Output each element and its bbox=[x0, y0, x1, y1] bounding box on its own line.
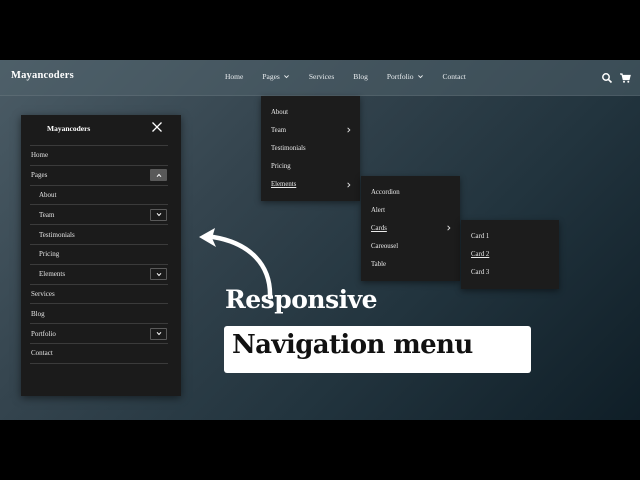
dropdown-item-label: Elements bbox=[271, 181, 297, 189]
dropdown-item-testimonials[interactable]: Testimonials bbox=[261, 139, 360, 157]
chevron-right-icon bbox=[347, 127, 351, 133]
brand-logo[interactable]: Mayancoders bbox=[11, 70, 74, 81]
mobile-item-label: Blog bbox=[31, 309, 45, 318]
dropdown-item-label: Cards bbox=[371, 224, 387, 232]
mobile-item-label: Team bbox=[39, 210, 55, 219]
chevron-up-icon bbox=[156, 173, 161, 177]
mobile-item-testimonials[interactable]: Testimonials bbox=[30, 225, 168, 245]
dropdown-item-label: Accordion bbox=[371, 188, 400, 196]
dropdown-item-pricing[interactable]: Pricing bbox=[261, 158, 360, 176]
mobile-item-label: About bbox=[39, 190, 57, 199]
chevron-down-icon bbox=[156, 332, 161, 336]
search-icon[interactable] bbox=[601, 71, 613, 84]
dropdown-item-card-2[interactable]: Card 2 bbox=[461, 245, 559, 263]
mobile-menu-list: Home Pages About Team Testimonials Prici… bbox=[30, 145, 168, 364]
chevron-down-icon bbox=[417, 75, 423, 79]
dropdown-item-label: Careousel bbox=[371, 243, 399, 251]
nav-link-blog[interactable]: Blog bbox=[353, 72, 368, 81]
nav-link-contact[interactable]: Contact bbox=[443, 72, 466, 81]
dropdown-item-table[interactable]: Table bbox=[361, 256, 460, 274]
dropdown-item-careousel[interactable]: Careousel bbox=[361, 238, 460, 256]
mobile-item-portfolio[interactable]: Portfolio bbox=[30, 324, 168, 344]
submenu-toggle[interactable] bbox=[150, 327, 167, 340]
hero-stage: Mayancoders Home Pages Services Blog Por… bbox=[0, 60, 640, 420]
dropdown-item-team[interactable]: Team bbox=[261, 121, 360, 139]
nav-link-pages[interactable]: Pages bbox=[262, 72, 290, 81]
mobile-item-home[interactable]: Home bbox=[30, 146, 168, 166]
close-icon[interactable] bbox=[151, 121, 163, 133]
mobile-item-elements[interactable]: Elements bbox=[30, 265, 168, 285]
dropdown-item-label: Team bbox=[271, 126, 286, 134]
chevron-right-icon bbox=[347, 182, 351, 188]
dropdown-item-label: Card 2 bbox=[471, 250, 490, 258]
submenu-toggle[interactable] bbox=[150, 169, 167, 182]
mobile-item-pricing[interactable]: Pricing bbox=[30, 245, 168, 265]
mobile-item-about[interactable]: About bbox=[30, 186, 168, 206]
dropdown-item-about[interactable]: About bbox=[261, 103, 360, 121]
top-navbar: Mayancoders Home Pages Services Blog Por… bbox=[0, 60, 640, 96]
mobile-item-label: Testimonials bbox=[39, 230, 75, 239]
mobile-item-contact[interactable]: Contact bbox=[30, 344, 168, 364]
dropdown-item-card-1[interactable]: Card 1 bbox=[461, 227, 559, 245]
elements-dropdown: Accordion Alert Cards Careousel Table bbox=[361, 176, 460, 281]
mobile-item-label: Pricing bbox=[39, 250, 60, 259]
dropdown-item-elements[interactable]: Elements bbox=[261, 176, 360, 194]
cards-dropdown: Card 1 Card 2 Card 3 bbox=[461, 220, 559, 289]
mobile-item-label: Pages bbox=[31, 171, 48, 180]
chevron-down-icon bbox=[156, 213, 161, 217]
nav-link-label: Pages bbox=[262, 72, 280, 81]
dropdown-item-label: Testimonials bbox=[271, 144, 306, 152]
headline-responsive: Responsive bbox=[225, 285, 378, 314]
mobile-item-services[interactable]: Services bbox=[30, 285, 168, 305]
dropdown-item-alert[interactable]: Alert bbox=[361, 201, 460, 219]
nav-link-label: Portfolio bbox=[386, 72, 414, 81]
dropdown-item-label: Card 1 bbox=[471, 232, 490, 240]
submenu-toggle[interactable] bbox=[150, 268, 167, 281]
mobile-brand[interactable]: Mayancoders bbox=[47, 124, 90, 133]
nav-link-label: Home bbox=[225, 72, 244, 81]
dropdown-item-label: Pricing bbox=[271, 163, 291, 171]
mobile-item-label: Portfolio bbox=[31, 329, 56, 338]
cart-icon[interactable] bbox=[619, 71, 631, 83]
nav-link-home[interactable]: Home bbox=[225, 72, 243, 81]
nav-link-label: Contact bbox=[442, 72, 466, 81]
nav-link-portfolio[interactable]: Portfolio bbox=[387, 72, 424, 81]
nav-icons bbox=[595, 71, 631, 84]
submenu-toggle[interactable] bbox=[150, 208, 167, 221]
mobile-item-team[interactable]: Team bbox=[30, 205, 168, 226]
dropdown-item-cards[interactable]: Cards bbox=[361, 219, 460, 237]
nav-link-label: Services bbox=[308, 72, 335, 81]
mobile-item-blog[interactable]: Blog bbox=[30, 304, 168, 325]
dropdown-item-label: Alert bbox=[371, 206, 385, 214]
nav-link-label: Blog bbox=[353, 72, 368, 81]
headline-navigation-menu: Navigation menu bbox=[232, 330, 473, 360]
mobile-item-pages[interactable]: Pages bbox=[30, 166, 168, 186]
mobile-item-label: Services bbox=[31, 289, 55, 298]
mobile-item-label: Home bbox=[31, 151, 49, 160]
dropdown-item-card-3[interactable]: Card 3 bbox=[461, 263, 559, 281]
pages-dropdown: About Team Testimonials Pricing Elements bbox=[261, 96, 360, 201]
nav-links: Home Pages Services Blog Portfolio Conta… bbox=[225, 72, 485, 81]
chevron-right-icon bbox=[447, 225, 451, 231]
dropdown-item-label: Card 3 bbox=[471, 268, 490, 276]
mobile-menu-panel: Mayancoders Home Pages About Team Testim… bbox=[21, 115, 181, 396]
dropdown-item-label: Table bbox=[371, 261, 386, 269]
mobile-item-label: Elements bbox=[39, 270, 66, 279]
chevron-down-icon bbox=[156, 272, 161, 277]
nav-link-services[interactable]: Services bbox=[309, 72, 334, 81]
dropdown-item-label: About bbox=[271, 108, 288, 116]
mobile-item-label: Contact bbox=[31, 349, 53, 358]
dropdown-item-accordion[interactable]: Accordion bbox=[361, 183, 460, 201]
chevron-down-icon bbox=[283, 75, 289, 79]
